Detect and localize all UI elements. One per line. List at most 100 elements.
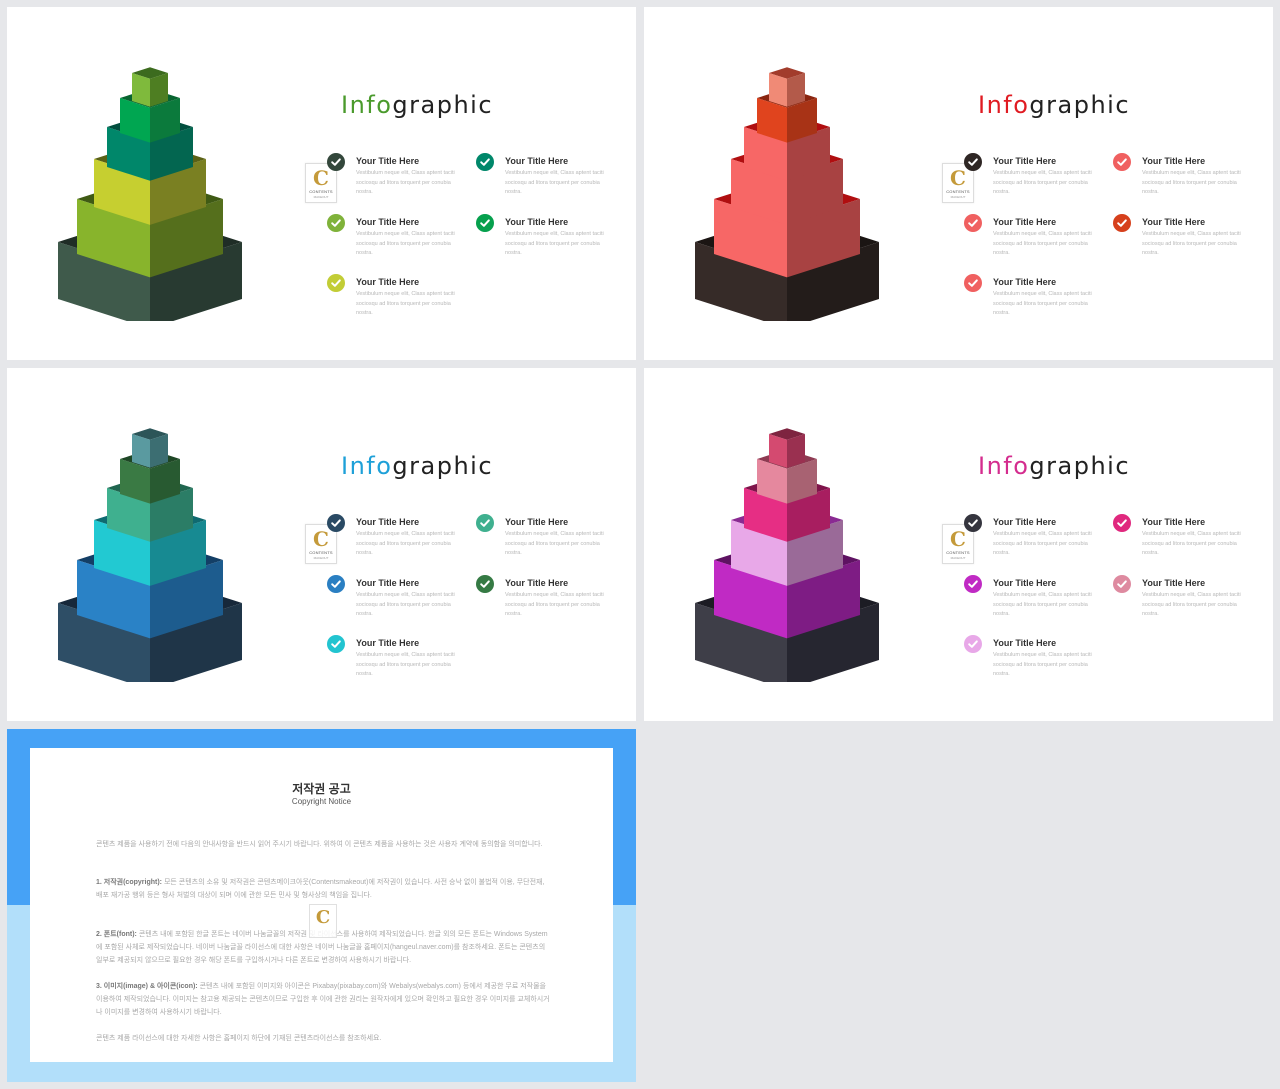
item-description: Vestibulum neque elit, Class aptent taci…: [356, 291, 455, 317]
title-prefix: Info: [978, 452, 1030, 480]
logo-sub: MAKEOUT: [313, 556, 329, 560]
slide-copyright-notice[interactable]: 저작권 공고 Copyright Notice 콘텐츠 제품을 사용하기 전에 …: [7, 729, 636, 1082]
notice-panel: 저작권 공고 Copyright Notice 콘텐츠 제품을 사용하기 전에 …: [30, 748, 613, 1062]
item-title: Your Title Here: [993, 156, 1057, 166]
item-title: Your Title Here: [993, 517, 1057, 527]
item-title: Your Title Here: [356, 517, 420, 527]
pyramid-tier-1: [132, 428, 168, 468]
check-circle-icon: [327, 274, 345, 292]
pyramid-graphic: [58, 428, 242, 682]
item-description: Vestibulum neque elit, Class aptent taci…: [1142, 531, 1241, 557]
item-title: Your Title Here: [356, 277, 420, 287]
item-description: Vestibulum neque elit, Class aptent taci…: [356, 652, 455, 678]
item-title: Your Title Here: [993, 217, 1057, 227]
title-suffix: graphic: [1029, 452, 1131, 480]
check-circle-icon: [476, 214, 494, 232]
item-title: Your Title Here: [356, 638, 420, 648]
item-title: Your Title Here: [993, 578, 1057, 588]
check-circle-icon: [476, 153, 494, 171]
item-title: Your Title Here: [1142, 217, 1206, 227]
check-circle-icon: [964, 153, 982, 171]
title-suffix: graphic: [1029, 91, 1131, 119]
infographic-title: Infographic: [341, 91, 493, 119]
pyramid-graphic: [695, 67, 879, 321]
check-circle-icon: [1113, 514, 1131, 532]
notice-section-copyright: 1. 저작권(copyright): 모든 콘텐츠의 소유 및 저작권은 콘텐츠…: [96, 876, 552, 902]
item-description: Vestibulum neque elit, Class aptent taci…: [356, 231, 455, 257]
logo-label: CONTENTS: [946, 550, 970, 555]
item-description: Vestibulum neque elit, Class aptent taci…: [1142, 170, 1241, 196]
item-description: Vestibulum neque elit, Class aptent taci…: [993, 231, 1092, 257]
check-circle-icon: [327, 514, 345, 532]
item-description: Vestibulum neque elit, Class aptent taci…: [1142, 592, 1241, 618]
title-suffix: graphic: [392, 452, 494, 480]
check-circle-icon: [964, 514, 982, 532]
section-body: 모든 콘텐츠의 소유 및 저작권은 콘텐츠메이크아웃(Contentsmakeo…: [96, 879, 545, 899]
logo-label: CONTENTS: [309, 550, 333, 555]
item-title: Your Title Here: [505, 217, 569, 227]
pyramid-tier-1: [769, 428, 805, 468]
slide-1[interactable]: Infographic C CONTENTS MAKEOUT Your Title H…: [7, 7, 636, 360]
item-title: Your Title Here: [505, 578, 569, 588]
check-circle-icon: [476, 514, 494, 532]
item-description: Vestibulum neque elit, Class aptent taci…: [993, 291, 1092, 317]
item-title: Your Title Here: [1142, 578, 1206, 588]
notice-subtitle: Copyright Notice: [291, 797, 352, 806]
logo-letter: C: [315, 907, 331, 928]
notice-intro: 콘텐츠 제품을 사용하기 전에 다음의 안내사항을 반드시 읽어 주시기 바랍니…: [96, 841, 543, 848]
item-title: Your Title Here: [993, 638, 1057, 648]
title-prefix: Info: [341, 452, 393, 480]
check-circle-icon: [1113, 214, 1131, 232]
logo-sub: MAKEOUT: [950, 556, 966, 560]
pyramid-tier-1: [132, 67, 168, 107]
item-title: Your Title Here: [1142, 156, 1206, 166]
title-prefix: Info: [978, 91, 1030, 119]
check-circle-icon: [964, 635, 982, 653]
item-description: Vestibulum neque elit, Class aptent taci…: [505, 592, 604, 618]
check-circle-icon: [964, 575, 982, 593]
item-description: Vestibulum neque elit, Class aptent taci…: [356, 170, 455, 196]
item-title: Your Title Here: [993, 277, 1057, 287]
item-description: Vestibulum neque elit, Class aptent taci…: [993, 170, 1092, 196]
infographic-title: Infographic: [978, 452, 1130, 480]
item-title: Your Title Here: [356, 217, 420, 227]
slide-3[interactable]: Infographic C CONTENTS MAKEOUT Your Title H…: [7, 368, 636, 721]
item-description: Vestibulum neque elit, Class aptent taci…: [1142, 231, 1241, 257]
item-description: Vestibulum neque elit, Class aptent taci…: [505, 231, 604, 257]
check-circle-icon: [1113, 575, 1131, 593]
check-circle-icon: [1113, 153, 1131, 171]
item-title: Your Title Here: [1142, 517, 1206, 527]
logo-label: CONTENTS: [946, 189, 970, 194]
check-circle-icon: [476, 575, 494, 593]
slide-2[interactable]: Infographic C CONTENTS MAKEOUT Your Title H…: [644, 7, 1273, 360]
notice-title: 저작권 공고: [292, 782, 351, 796]
section-heading: 3. 이미지(image) & 아이콘(icon):: [96, 983, 198, 990]
check-circle-icon: [327, 635, 345, 653]
title-suffix: graphic: [392, 91, 494, 119]
watermark-logo: C: [309, 904, 337, 938]
logo-sub: MAKEOUT: [950, 195, 966, 199]
item-title: Your Title Here: [356, 578, 420, 588]
item-title: Your Title Here: [356, 156, 420, 166]
infographic-title: Infographic: [978, 91, 1130, 119]
infographic-title: Infographic: [341, 452, 493, 480]
item-description: Vestibulum neque elit, Class aptent taci…: [356, 531, 455, 557]
notice-footer: 콘텐츠 제품 라이선스에 대한 자세한 사항은 홈페이지 하단에 기재된 콘텐츠…: [96, 1035, 382, 1042]
logo-sub: MAKEOUT: [313, 195, 329, 199]
logo-label: CONTENTS: [309, 189, 333, 194]
check-circle-icon: [964, 274, 982, 292]
title-prefix: Info: [341, 91, 393, 119]
notice-section-image: 3. 이미지(image) & 아이콘(icon): 콘텐츠 내에 포함된 이미…: [96, 980, 552, 1019]
section-heading: 1. 저작권(copyright):: [96, 879, 162, 886]
check-circle-icon: [327, 153, 345, 171]
item-description: Vestibulum neque elit, Class aptent taci…: [505, 531, 604, 557]
item-title: Your Title Here: [505, 156, 569, 166]
pyramid-graphic: [695, 428, 879, 682]
check-circle-icon: [327, 214, 345, 232]
item-description: Vestibulum neque elit, Class aptent taci…: [993, 652, 1092, 678]
section-heading: 2. 폰트(font):: [96, 931, 137, 938]
check-circle-icon: [964, 214, 982, 232]
item-description: Vestibulum neque elit, Class aptent taci…: [356, 592, 455, 618]
item-description: Vestibulum neque elit, Class aptent taci…: [993, 592, 1092, 618]
slide-4[interactable]: Infographic C CONTENTS MAKEOUT Your Title H…: [644, 368, 1273, 721]
